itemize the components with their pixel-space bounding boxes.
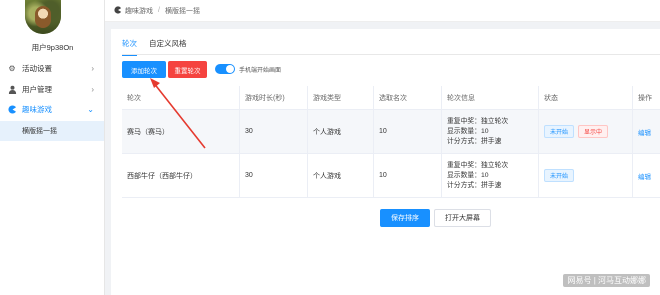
edit-link[interactable]: 编辑: [638, 171, 651, 181]
watermark: 网易号 | 河马互动娜娜: [563, 274, 650, 287]
round-status: 未开始 显示中: [539, 110, 633, 153]
round-duration: 30: [240, 154, 308, 197]
gear-icon: ⚙: [8, 63, 16, 73]
header-cell: 轮次: [122, 86, 240, 109]
info-line: 重复中奖：独立轮次: [447, 117, 509, 125]
submenu-item-shake[interactable]: 横版摇一摇: [0, 121, 104, 141]
round-rank: 10: [374, 154, 442, 197]
toggle-label: 手机端开始画面: [239, 67, 282, 74]
edit-link[interactable]: 编辑: [638, 127, 651, 137]
info-line: 显示数量：10: [447, 127, 489, 135]
status-badge: 未开始: [544, 169, 575, 182]
sidebar-item-label: 用户管理: [22, 84, 52, 94]
game-icon: [7, 104, 17, 114]
round-type: 个人游戏: [308, 110, 374, 153]
sidebar-item-label: 趣味游戏: [22, 104, 52, 114]
round-rank: 10: [374, 110, 442, 153]
breadcrumb-root[interactable]: 趣味游戏: [125, 6, 153, 16]
sidebar-item-user-management[interactable]: 用户管理 ›: [0, 79, 104, 99]
sidebar-item-fun-games[interactable]: 趣味游戏 ⌄: [0, 99, 104, 119]
info-line: 重复中奖：独立轮次: [447, 161, 509, 169]
avatar[interactable]: [25, 0, 61, 34]
breadcrumb: 趣味游戏 / 横版摇一摇: [105, 0, 660, 22]
header-cell: 状态: [539, 86, 633, 109]
sidebar-item-label: 活动设置: [22, 63, 52, 73]
status-badge: 未开始: [544, 125, 575, 138]
breadcrumb-separator: /: [158, 7, 160, 14]
table-row[interactable]: 赛马（赛马） 30 个人游戏 10 重复中奖：独立轮次 显示数量：10 计分方式…: [122, 110, 660, 154]
main-card: 轮次 自定义风格 添加轮次 重置轮次 手机端开始画面 轮次 游戏时长(秒) 游戏…: [111, 29, 660, 295]
mobile-start-toggle-group: 手机端开始画面: [215, 64, 281, 74]
info-line: 显示数量：10: [447, 171, 489, 179]
round-name: 西部牛仔（西部牛仔）: [122, 154, 240, 197]
round-name: 赛马（赛马）: [122, 110, 240, 153]
save-order-button[interactable]: 保存排序: [380, 209, 430, 227]
username: 用户9p38On: [31, 43, 74, 52]
round-status: 未开始: [539, 154, 633, 197]
mobile-start-toggle[interactable]: [215, 64, 235, 74]
chevron-right-icon: ›: [91, 84, 94, 94]
chevron-down-icon: ⌄: [87, 104, 94, 114]
round-actions: 编辑: [633, 110, 660, 153]
round-actions: 编辑: [633, 154, 660, 197]
display-badge[interactable]: 显示中: [578, 125, 609, 138]
info-line: 计分方式：拼手速: [447, 181, 502, 189]
round-info: 重复中奖：独立轮次 显示数量：10 计分方式：拼手速: [442, 154, 539, 197]
round-info: 重复中奖：独立轮次 显示数量：10 计分方式：拼手速: [442, 110, 539, 153]
add-round-button[interactable]: 添加轮次: [122, 61, 166, 78]
header-cell: 游戏类型: [308, 86, 374, 109]
info-line: 计分方式：拼手速: [447, 137, 502, 145]
header-cell: 操作: [638, 94, 652, 102]
sidebar-item-activity-settings[interactable]: ⚙ 活动设置 ›: [0, 58, 104, 78]
table-row[interactable]: 西部牛仔（西部牛仔） 30 个人游戏 10 重复中奖：独立轮次 显示数量：10 …: [122, 154, 660, 198]
chevron-right-icon: ›: [91, 63, 94, 73]
user-icon: [7, 84, 17, 94]
reset-round-button[interactable]: 重置轮次: [168, 61, 207, 78]
breadcrumb-current: 横版摇一摇: [164, 7, 200, 15]
game-icon: [114, 5, 122, 16]
tab-divider: [122, 54, 660, 55]
header-cell: 轮次信息: [442, 86, 539, 109]
round-duration: 30: [240, 110, 308, 153]
table-header: 轮次 游戏时长(秒) 游戏类型 选取名次 轮次信息 状态 操作: [122, 86, 660, 110]
header-cell: 游戏时长(秒): [240, 86, 308, 109]
open-big-screen-button[interactable]: 打开大屏幕: [434, 209, 491, 227]
header-cell: 选取名次: [374, 86, 442, 109]
round-type: 个人游戏: [308, 154, 374, 197]
sidebar: 用户9p38On ⚙ 活动设置 › 用户管理 › 趣味游戏 ⌄ 横版摇一摇: [0, 0, 105, 295]
